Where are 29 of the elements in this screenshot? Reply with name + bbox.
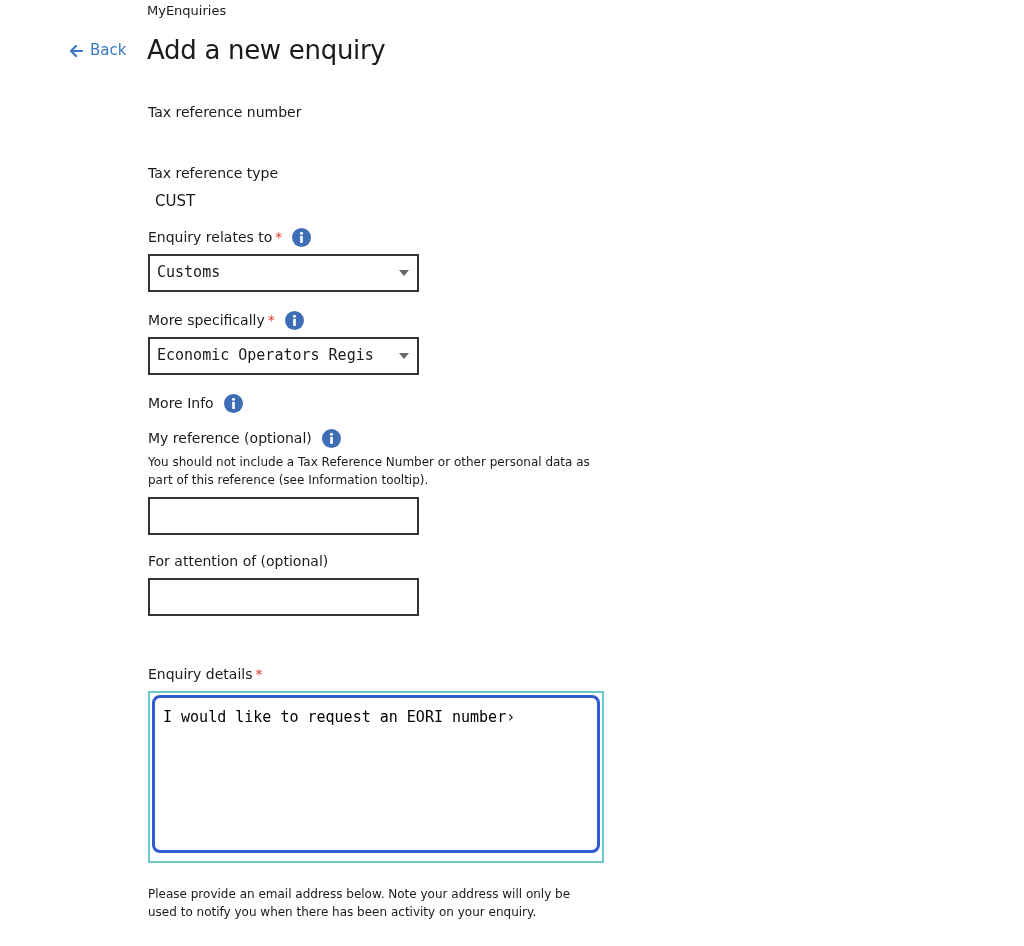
note-text: Please provide an email address below. Note your address will only be used to notify you when there has been activity on your enquiry.	[148, 885, 572, 921]
info-icon[interactable]	[223, 393, 243, 413]
field-label: Tax reference type	[148, 164, 279, 184]
field-label: More specifically *	[148, 310, 275, 330]
back-link[interactable]: Back	[68, 39, 147, 62]
input-field[interactable]	[148, 496, 419, 535]
info-icon[interactable]	[292, 227, 312, 247]
field-label: Tax reference number	[148, 103, 302, 123]
required-mark: *	[267, 311, 275, 328]
field-label: More Info	[148, 393, 214, 413]
text-area[interactable]: I would like to request an EORI number›	[148, 690, 604, 863]
page-title: Add a new enquiry	[147, 35, 386, 67]
hint-text: You should not include a Tax Reference Number or other personal data as part of this reference (see Information tooltip).	[148, 453, 591, 489]
caret-icon	[399, 352, 409, 359]
back-arrow-icon	[68, 42, 84, 59]
required-mark: *	[275, 228, 283, 245]
info-icon[interactable]	[284, 310, 304, 330]
field-value: CUST	[154, 191, 197, 213]
field-label: Enquiry details *	[148, 664, 263, 684]
info-icon[interactable]	[321, 428, 341, 448]
field-label: Enquiry relates to *	[148, 227, 283, 247]
breadcrumb-link[interactable]: MyEnquiries	[147, 3, 227, 18]
dropdown[interactable]: Economic Operators Regis	[148, 336, 419, 375]
field-label: My reference (optional)	[148, 428, 312, 448]
dropdown[interactable]: Customs	[148, 253, 419, 292]
input-field[interactable]	[148, 577, 419, 616]
required-mark: *	[255, 665, 263, 682]
field-label: For attention of (optional)	[148, 551, 329, 571]
caret-icon	[399, 269, 409, 276]
